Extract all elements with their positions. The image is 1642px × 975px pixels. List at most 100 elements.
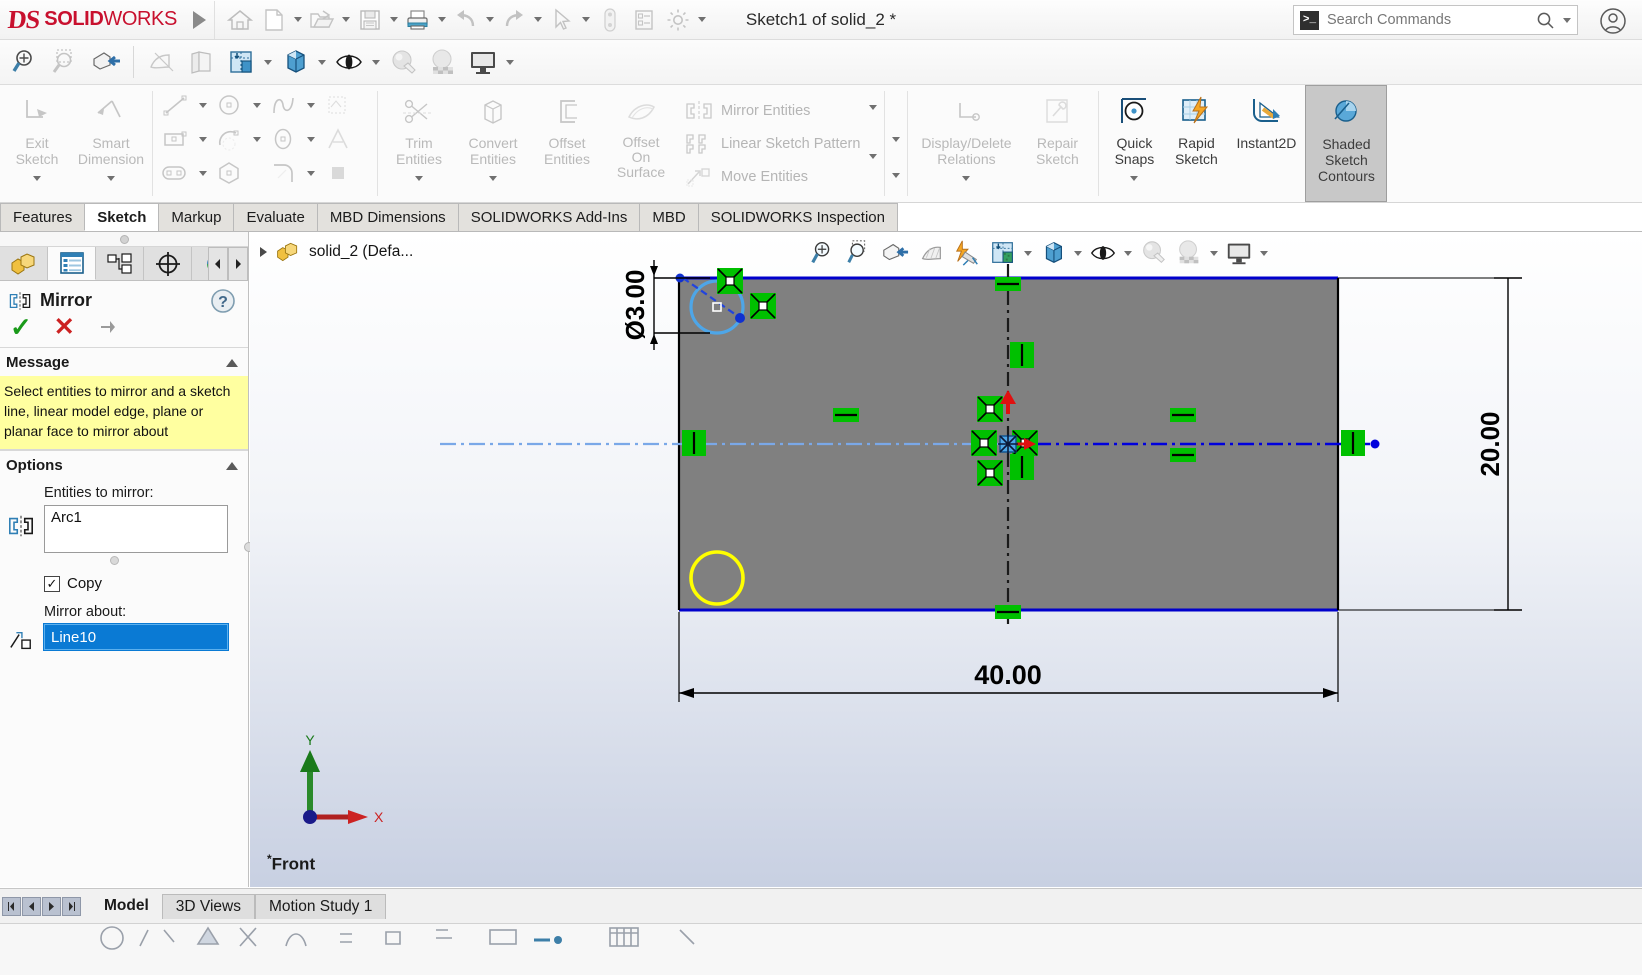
display-delete-dropdown[interactable] (962, 176, 971, 199)
relation-glyph-horizontal-endpoint-right[interactable] (1339, 428, 1367, 458)
relation-glyph-horizontal-right-lower[interactable] (1168, 446, 1198, 464)
trim-dropdown[interactable] (415, 176, 423, 199)
instant2d-button[interactable]: Instant2D (1227, 85, 1305, 202)
menu-expand-arrow-icon[interactable] (192, 10, 206, 29)
entities-resize-grip[interactable] (0, 556, 228, 565)
search-icon[interactable] (1536, 11, 1555, 30)
copy-checkbox-row[interactable]: ✓ Copy (0, 565, 248, 592)
slot-tool-dropdown[interactable] (195, 157, 211, 189)
tab-motion-study-1[interactable]: Motion Study 1 (254, 893, 387, 919)
spline-tool-button[interactable] (265, 89, 303, 121)
open-document-button[interactable] (305, 2, 339, 38)
settings-dropdown[interactable] (695, 2, 709, 38)
relation-glyph-coincident-center-bottom[interactable] (976, 459, 1004, 487)
relation-glyph-vertical-upper[interactable] (1008, 340, 1036, 370)
search-input[interactable]: Search Commands (1327, 12, 1528, 28)
save-button[interactable] (353, 2, 387, 38)
relation-glyph-horizontal-endpoint-left[interactable] (680, 428, 708, 458)
text-tool-button[interactable] (319, 123, 357, 155)
plane-tool-button[interactable] (319, 157, 357, 189)
relation-glyph-coincident-center-left[interactable] (970, 429, 998, 457)
graphics-area[interactable]: solid_2 (Defa... Ø3.00 20.00 40.00 Y X *… (250, 232, 1642, 887)
options-list-button[interactable] (627, 2, 661, 38)
new-document-dropdown[interactable] (291, 2, 305, 38)
relations-overflow-dropdown[interactable] (892, 137, 901, 160)
tab-scroll-right-button[interactable] (228, 247, 248, 281)
smart-dimension-dropdown[interactable] (107, 176, 115, 199)
smart-dimension-button[interactable]: Smart Dimension (74, 85, 148, 202)
apply-scene-button[interactable] (423, 41, 463, 83)
search-dropdown-icon[interactable] (1563, 17, 1571, 23)
relation-glyph-coincident-arc[interactable] (749, 292, 777, 320)
sketch-pattern-button[interactable] (319, 89, 357, 121)
copy-checkbox[interactable]: ✓ (44, 575, 60, 592)
configuration-manager-tab[interactable] (96, 247, 144, 280)
draft-analysis-button[interactable] (181, 41, 221, 83)
spline-tool-dropdown[interactable] (303, 89, 319, 121)
tab-3d-views[interactable]: 3D Views (161, 893, 255, 919)
linear-sketch-pattern-button[interactable]: Linear Sketch Pattern (678, 127, 866, 160)
print-button[interactable] (401, 2, 435, 38)
shaded-sketch-contours-button[interactable]: Shaded Sketch Contours (1305, 85, 1388, 202)
tab-markup[interactable]: Markup (158, 203, 235, 231)
relation-glyph-vertical-lower[interactable] (1008, 452, 1036, 482)
help-button[interactable]: ? (210, 288, 236, 314)
relation-glyph-coincident-top-left[interactable] (716, 267, 744, 295)
view-orientation-button[interactable] (221, 41, 261, 83)
first-tab-button[interactable] (2, 896, 21, 916)
line-tool-button[interactable] (157, 89, 195, 121)
mirror-entities-dropdown[interactable] (869, 105, 878, 128)
tab-mbd-dimensions[interactable]: MBD Dimensions (316, 203, 459, 231)
entities-to-mirror-field[interactable]: Arc1 (44, 505, 228, 553)
trim-entities-button[interactable]: Trim Entities (382, 85, 456, 202)
new-document-button[interactable] (257, 2, 291, 38)
move-entities-dropdown[interactable] (869, 153, 878, 177)
rectangle-tool-button[interactable] (157, 123, 195, 155)
accept-button[interactable]: ✓ (10, 314, 32, 340)
mirror-about-field[interactable]: Line10 (43, 623, 229, 651)
convert-dropdown[interactable] (489, 176, 497, 199)
tab-features[interactable]: Features (0, 203, 86, 231)
last-tab-button[interactable] (62, 896, 81, 916)
relation-glyph-horizontal-right-upper[interactable] (1168, 406, 1198, 424)
exit-sketch-button[interactable]: Exit Sketch (0, 85, 74, 202)
tab-solidworks-inspection[interactable]: SOLIDWORKS Inspection (697, 203, 898, 231)
zoom-to-area-button[interactable] (46, 41, 86, 83)
next-tab-button[interactable] (42, 896, 61, 916)
fillet-tool-button[interactable] (265, 157, 303, 189)
property-manager-tab[interactable] (48, 247, 96, 280)
offset-entities-button[interactable]: Offset Entities (530, 85, 604, 202)
view-orientation-dropdown[interactable] (261, 44, 275, 80)
options-section-header[interactable]: Options (0, 450, 248, 479)
redo-button[interactable] (497, 2, 531, 38)
polygon-tool-button[interactable] (211, 157, 249, 189)
dimxpert-manager-tab[interactable] (144, 247, 192, 280)
rectangle-tool-dropdown[interactable] (195, 123, 211, 155)
tab-mbd[interactable]: MBD (639, 203, 699, 231)
exit-sketch-dropdown[interactable] (33, 176, 41, 199)
rapid-sketch-button[interactable]: Rapid Sketch (1165, 85, 1227, 202)
tab-model[interactable]: Model (91, 894, 162, 919)
toggle-button[interactable] (593, 2, 627, 38)
arc-tool-button[interactable] (211, 123, 249, 155)
display-style-dropdown[interactable] (315, 44, 329, 80)
fillet-tool-dropdown[interactable] (303, 157, 319, 189)
section-view-button[interactable] (141, 41, 181, 83)
ellipse-tool-button[interactable] (265, 123, 303, 155)
sketch-canvas[interactable]: Ø3.00 20.00 40.00 Y X (250, 232, 1642, 887)
arc-tool-dropdown[interactable] (249, 123, 265, 155)
slot-tool-button[interactable] (157, 157, 195, 189)
save-dropdown[interactable] (387, 2, 401, 38)
circle-tool-dropdown[interactable] (249, 89, 265, 121)
previous-tab-button[interactable] (22, 896, 41, 916)
ellipse-tool-dropdown[interactable] (303, 123, 319, 155)
hide-show-items-button[interactable] (329, 41, 369, 83)
message-section-header[interactable]: Message (0, 347, 248, 376)
convert-entities-button[interactable]: Convert Entities (456, 85, 530, 202)
tab-scroll-left-button[interactable] (208, 247, 228, 281)
relation-glyph-horizontal-top[interactable] (993, 275, 1023, 293)
edit-appearance-button[interactable] (383, 41, 423, 83)
mirror-entities-button[interactable]: Mirror Entities (678, 94, 866, 127)
feature-manager-tab[interactable] (0, 247, 48, 280)
tab-evaluate[interactable]: Evaluate (233, 203, 318, 231)
